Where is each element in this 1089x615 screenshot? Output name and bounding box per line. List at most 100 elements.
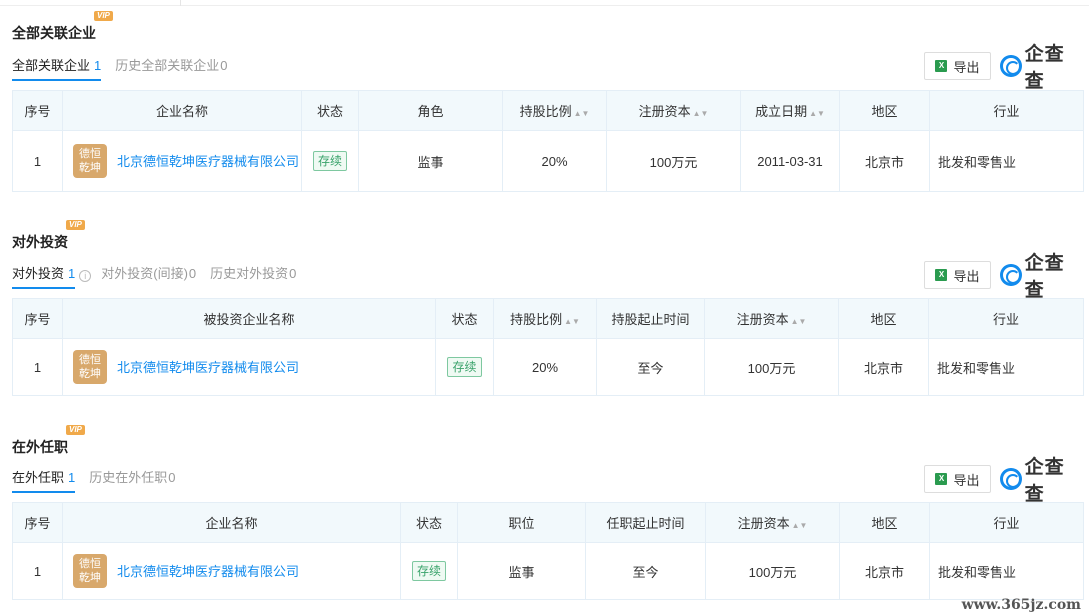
- company-name-link[interactable]: 北京德恒乾坤医疗器械有限公司: [117, 358, 299, 377]
- tab-investments[interactable]: 对外投资 1: [12, 263, 76, 289]
- qichacha-icon: [1000, 468, 1022, 490]
- col-region: 地区: [839, 90, 930, 131]
- col-role: 角色: [358, 90, 503, 131]
- position: 监事: [457, 542, 586, 600]
- sort-icon: ▲▼: [573, 109, 590, 118]
- company-name-link[interactable]: 北京德恒乾坤医疗器械有限公司: [117, 152, 299, 171]
- tenure-period: 至今: [585, 542, 706, 600]
- sort-icon: ▲▼: [791, 521, 808, 530]
- col-index: 序号: [12, 90, 63, 131]
- table-header: 序号 企业名称 状态 角色 持股比例 ▲▼ 注册资本 ▲▼ 成立日期 ▲▼ 地区 行业: [12, 90, 1084, 131]
- col-index: 序号: [12, 502, 63, 543]
- status-badge: 存续: [411, 561, 446, 581]
- tab-history-related[interactable]: 历史全部关联企业0: [115, 55, 227, 81]
- vip-badge: VIP: [94, 11, 113, 21]
- col-region: 地区: [838, 298, 929, 339]
- col-company-name: 企业名称: [62, 502, 401, 543]
- tab-bar: 全部关联企业 1 历史全部关联企业0: [12, 55, 242, 81]
- excel-icon: X: [935, 473, 948, 485]
- section-title: 在外任职: [12, 439, 68, 455]
- qichacha-icon: [1000, 264, 1022, 286]
- industry: 批发和零售业: [928, 338, 1084, 396]
- vip-badge: VIP: [66, 425, 85, 435]
- top-divider: [0, 0, 1089, 6]
- registered-capital: 100万元: [705, 542, 840, 600]
- sort-icon: ▲▼: [790, 317, 807, 326]
- industry: 批发和零售业: [929, 130, 1084, 192]
- col-share-ratio[interactable]: 持股比例 ▲▼: [502, 90, 607, 131]
- table-row: 1 德恒 乾坤 北京德恒乾坤医疗器械有限公司 存续 监事 20% 100万元 20…: [12, 130, 1084, 192]
- registered-capital: 100万元: [704, 338, 839, 396]
- tab-all-related[interactable]: 全部关联企业 1: [12, 55, 102, 81]
- investments-table: 序号 被投资企业名称 状态 持股比例 ▲▼ 持股起止时间 注册资本 ▲▼ 地区 行业…: [12, 298, 1084, 396]
- external-positions-table: 序号 企业名称 状态 职位 任职起止时间 注册资本 ▲▼ 地区 行业 1 德恒 乾坤…: [12, 502, 1084, 600]
- role: 监事: [358, 130, 503, 192]
- row-index: 1: [12, 338, 63, 396]
- region: 北京市: [839, 542, 930, 600]
- company-logo: 德恒 乾坤: [73, 554, 107, 588]
- row-index: 1: [12, 130, 63, 192]
- section-related-companies: 全部关联企业 VIP 全部关联企业 1 历史全部关联企业0 X 导出 企查查 序号 …: [12, 10, 1084, 195]
- tab-history-investments[interactable]: 历史对外投资0: [210, 263, 296, 289]
- tab-history-positions[interactable]: 历史在外任职0: [89, 467, 175, 493]
- section-external-positions: 在外任职 VIP 在外任职 1 历史在外任职0 X 导出 企查查 序号 企业名称 状…: [12, 424, 1084, 604]
- tab-bar: 在外任职 1 历史在外任职0: [12, 467, 190, 493]
- col-index: 序号: [12, 298, 63, 339]
- row-index: 1: [12, 542, 63, 600]
- col-region: 地区: [839, 502, 930, 543]
- col-registered-capital[interactable]: 注册资本 ▲▼: [606, 90, 741, 131]
- region: 北京市: [839, 130, 930, 192]
- col-registered-capital[interactable]: 注册资本 ▲▼: [705, 502, 840, 543]
- col-industry: 行业: [928, 298, 1084, 339]
- related-companies-table: 序号 企业名称 状态 角色 持股比例 ▲▼ 注册资本 ▲▼ 成立日期 ▲▼ 地区 行业…: [12, 90, 1084, 192]
- export-button[interactable]: X 导出: [924, 261, 991, 289]
- col-position: 职位: [457, 502, 586, 543]
- sort-icon: ▲▼: [809, 109, 825, 118]
- tab-indirect-investments[interactable]: 对外投资(间接)0: [101, 263, 196, 289]
- registered-capital: 100万元: [606, 130, 741, 192]
- company-logo: 德恒 乾坤: [73, 144, 107, 178]
- brand-logo: 企查查: [1000, 44, 1083, 92]
- status-badge: 存续: [447, 357, 482, 377]
- sort-icon: ▲▼: [564, 317, 580, 326]
- col-industry: 行业: [929, 502, 1084, 543]
- tab-bar: 对外投资 1 i 对外投资(间接)0 历史对外投资0: [12, 263, 310, 289]
- established-date: 2011-03-31: [740, 130, 840, 192]
- col-holding-period: 持股起止时间: [596, 298, 705, 339]
- section-investments: 对外投资 VIP 对外投资 1 i 对外投资(间接)0 历史对外投资0 X 导出 企…: [12, 219, 1084, 399]
- holding-period: 至今: [596, 338, 705, 396]
- col-industry: 行业: [929, 90, 1084, 131]
- industry: 批发和零售业: [929, 542, 1084, 600]
- section-title: 对外投资: [12, 234, 68, 250]
- table-row: 1 德恒 乾坤 北京德恒乾坤医疗器械有限公司 存续 20% 至今 100万元 北京…: [12, 338, 1084, 396]
- company-name-link[interactable]: 北京德恒乾坤医疗器械有限公司: [117, 562, 299, 581]
- vip-badge: VIP: [66, 220, 85, 230]
- qichacha-icon: [1000, 55, 1022, 77]
- sort-icon: ▲▼: [692, 109, 709, 118]
- table-row: 1 德恒 乾坤 北京德恒乾坤医疗器械有限公司 存续 监事 至今 100万元 北京市…: [12, 542, 1084, 600]
- excel-icon: X: [935, 269, 948, 281]
- tab-external-positions[interactable]: 在外任职 1: [12, 467, 76, 493]
- table-header: 序号 被投资企业名称 状态 持股比例 ▲▼ 持股起止时间 注册资本 ▲▼ 地区 行业: [12, 298, 1084, 339]
- brand-logo: 企查查: [1000, 253, 1083, 301]
- export-button[interactable]: X 导出: [924, 52, 991, 80]
- table-header: 序号 企业名称 状态 职位 任职起止时间 注册资本 ▲▼ 地区 行业: [12, 502, 1084, 543]
- share-ratio: 20%: [493, 338, 597, 396]
- brand-logo: 企查查: [1000, 457, 1083, 505]
- col-established-date[interactable]: 成立日期 ▲▼: [740, 90, 840, 131]
- col-invested-company-name: 被投资企业名称: [62, 298, 436, 339]
- excel-icon: X: [935, 60, 948, 72]
- col-status: 状态: [435, 298, 494, 339]
- col-status: 状态: [301, 90, 359, 131]
- watermark: www.365jz.com: [961, 597, 1081, 613]
- section-title: 全部关联企业: [12, 25, 96, 41]
- col-tenure-period: 任职起止时间: [585, 502, 706, 543]
- col-status: 状态: [400, 502, 458, 543]
- col-registered-capital[interactable]: 注册资本 ▲▼: [704, 298, 839, 339]
- status-badge: 存续: [312, 151, 347, 171]
- info-icon[interactable]: i: [79, 270, 92, 282]
- company-logo: 德恒 乾坤: [73, 350, 107, 384]
- export-button[interactable]: X 导出: [924, 465, 991, 493]
- col-share-ratio[interactable]: 持股比例 ▲▼: [493, 298, 597, 339]
- share-ratio: 20%: [502, 130, 607, 192]
